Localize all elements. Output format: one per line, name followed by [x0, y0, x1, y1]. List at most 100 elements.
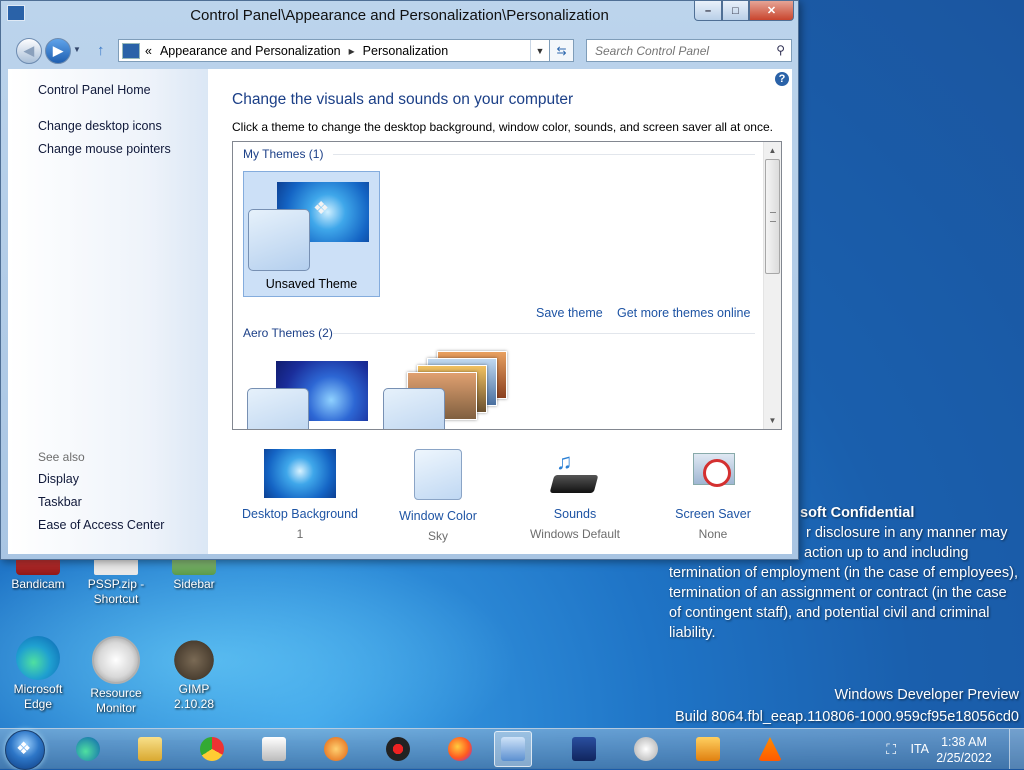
aero-themes-header[interactable]: Aero Themes (2) — [243, 326, 333, 340]
see-also-title: See also — [38, 450, 85, 464]
keyboard-icon — [549, 475, 599, 493]
breadcrumb-separator-icon[interactable]: ▸ — [349, 44, 355, 58]
a-app-icon — [324, 737, 348, 761]
ease-of-access-link[interactable]: Ease of Access Center — [38, 518, 164, 532]
music-note-icon: ♫ — [556, 449, 573, 474]
taskbar-explorer[interactable] — [132, 732, 168, 766]
content-area: Control Panel Home Change desktop icons … — [8, 69, 792, 554]
breadcrumb-appearance[interactable]: Appearance and Personalization — [160, 44, 341, 58]
desktop-icon-edge[interactable]: Microsoft Edge — [3, 636, 73, 712]
sounds-icon: ♫ — [549, 449, 600, 498]
taskbar-a-app[interactable] — [318, 732, 354, 766]
control-panel-icon — [122, 42, 140, 59]
minimize-button[interactable]: – — [694, 1, 722, 21]
my-themes-header[interactable]: My Themes (1) — [243, 147, 323, 161]
display-link[interactable]: Display — [38, 472, 79, 486]
taskbar-resource-monitor[interactable] — [628, 732, 664, 766]
windows-logo-icon: ❖ — [313, 198, 330, 218]
taskbar-edge[interactable] — [70, 732, 106, 766]
theme-windows-7[interactable] — [243, 347, 378, 429]
control-panel-home-link[interactable]: Control Panel Home — [38, 83, 151, 97]
window-color-icon — [414, 449, 462, 500]
desktop-background-tile[interactable]: Desktop Background 1 — [230, 441, 370, 541]
theme-list[interactable]: My Themes (1) ❖ Unsaved Theme Save theme… — [232, 141, 782, 430]
taskbar-vlc[interactable] — [752, 732, 788, 766]
recent-pages-chevron-icon[interactable]: ▼ — [73, 45, 81, 54]
window-color-link[interactable]: Window Color — [368, 509, 508, 523]
start-button[interactable]: ❖ — [5, 730, 45, 770]
window-controls: – □ ✕ — [694, 1, 794, 21]
desktop-background-link[interactable]: Desktop Background — [230, 507, 370, 521]
network-icon[interactable]: ⛶ — [886, 741, 896, 758]
clock-date: 2/25/2022 — [936, 751, 992, 765]
main-pane: ? Change the visuals and sounds on your … — [208, 69, 792, 554]
forward-button[interactable]: ▶ — [45, 38, 71, 64]
close-button[interactable]: ✕ — [749, 1, 794, 21]
media-player-icon — [696, 737, 720, 761]
taskbar-firefox[interactable] — [442, 732, 478, 766]
sounds-link[interactable]: Sounds — [505, 507, 645, 521]
search-input[interactable] — [593, 40, 767, 61]
control-panel-icon — [501, 737, 525, 761]
windows-logo-icon: ❖ — [16, 739, 32, 758]
record-icon — [386, 737, 410, 761]
taskbar-monitor[interactable] — [566, 732, 602, 766]
desktop-icon-gimp[interactable]: GIMP 2.10.28 — [159, 636, 229, 712]
edge-icon — [16, 636, 60, 680]
screen-saver-value: None — [698, 527, 728, 541]
personalization-window: Control Panel\Appearance and Personaliza… — [0, 0, 799, 560]
save-theme-link[interactable]: Save theme — [536, 306, 603, 320]
get-more-themes-link[interactable]: Get more themes online — [617, 306, 750, 320]
change-mouse-pointers-link[interactable]: Change mouse pointers — [38, 142, 171, 156]
taskbar-control-panel[interactable] — [494, 731, 532, 767]
scroll-thumb[interactable] — [765, 159, 780, 274]
theme-preview-window — [383, 388, 445, 429]
theme-landscapes[interactable] — [383, 347, 518, 429]
address-overflow[interactable]: « — [145, 44, 152, 58]
change-desktop-icons-link[interactable]: Change desktop icons — [38, 119, 162, 133]
language-indicator[interactable]: ITA — [910, 742, 929, 756]
page-title: Change the visuals and sounds on your co… — [232, 91, 574, 108]
search-box[interactable]: ⚲ — [586, 39, 792, 62]
address-bar[interactable]: « Appearance and Personalization ▸ Perso… — [118, 39, 574, 62]
refresh-button[interactable]: ⇆ — [549, 39, 574, 62]
screen-saver-icon — [691, 449, 735, 498]
scroll-up-icon[interactable]: ▲ — [764, 142, 781, 159]
taskbar-media[interactable] — [690, 732, 726, 766]
breadcrumb-personalization[interactable]: Personalization — [363, 44, 448, 58]
page-description: Click a theme to change the desktop back… — [232, 120, 773, 134]
show-desktop-button[interactable] — [1009, 729, 1024, 769]
scroll-down-icon[interactable]: ▼ — [764, 412, 781, 429]
window-title: Control Panel\Appearance and Personaliza… — [190, 7, 609, 24]
help-icon[interactable]: ? — [775, 72, 789, 86]
search-icon[interactable]: ⚲ — [776, 43, 785, 57]
theme-list-scrollbar[interactable]: ▲ ▼ — [763, 142, 781, 429]
sounds-value: Windows Default — [529, 527, 621, 541]
up-arrow-icon[interactable]: ↑ — [97, 42, 105, 59]
gauge-icon — [634, 737, 658, 761]
back-button[interactable]: ◀ — [16, 38, 42, 64]
edge-icon — [76, 737, 100, 761]
sounds-tile[interactable]: ♫ Sounds Windows Default — [505, 441, 645, 541]
group-divider — [333, 154, 755, 155]
desktop-icon-resource-monitor[interactable]: Resource Monitor — [81, 636, 151, 716]
taskbar: ❖ ⛶ ITA 1:38 AM 2/25/2022 — [0, 728, 1024, 770]
navigation-bar: ◀ ▶ ▼ ↑ « Appearance and Personalization… — [1, 35, 798, 65]
firefox-icon — [448, 737, 472, 761]
gauge-icon — [92, 636, 140, 684]
task-pane: Control Panel Home Change desktop icons … — [8, 69, 208, 554]
theme-preview-window — [247, 388, 309, 429]
taskbar-321[interactable] — [256, 732, 292, 766]
screen-saver-link[interactable]: Screen Saver — [643, 507, 783, 521]
window-color-tile[interactable]: Window Color Sky — [368, 441, 508, 543]
monitor-shield-icon — [572, 737, 596, 761]
maximize-button[interactable]: □ — [722, 1, 749, 21]
taskbar-link[interactable]: Taskbar — [38, 495, 82, 509]
clock[interactable]: 1:38 AM 2/25/2022 — [932, 734, 996, 766]
address-dropdown-icon[interactable]: ▼ — [530, 40, 549, 61]
theme-unsaved[interactable]: ❖ Unsaved Theme — [243, 171, 380, 297]
taskbar-chrome[interactable] — [194, 732, 230, 766]
screen-saver-tile[interactable]: Screen Saver None — [643, 441, 783, 541]
taskbar-obs[interactable] — [380, 732, 416, 766]
title-bar[interactable]: Control Panel\Appearance and Personaliza… — [1, 1, 798, 33]
